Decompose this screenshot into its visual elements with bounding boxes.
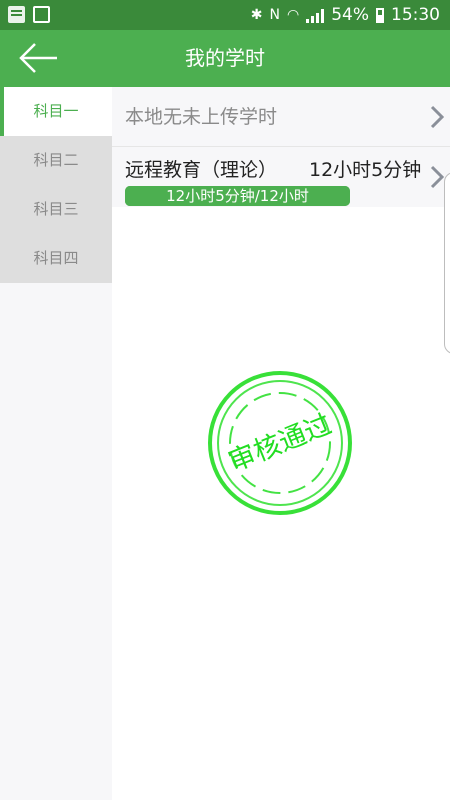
- local-unuploaded-row[interactable]: 本地无未上传学时: [112, 87, 450, 147]
- grid-notification-icon: [8, 6, 25, 23]
- sidebar-item-subject-2[interactable]: 科目二: [0, 136, 112, 185]
- wifi-icon: ◠: [286, 7, 300, 23]
- clock: 15:30: [391, 5, 440, 25]
- bluetooth-icon: ✱: [250, 7, 263, 23]
- page-title: 我的学时: [185, 46, 265, 70]
- chevron-right-icon: [430, 165, 444, 189]
- battery-icon: [376, 7, 384, 23]
- approved-stamp: 审核通过: [208, 371, 352, 515]
- edge-panel-handle[interactable]: [444, 172, 450, 354]
- sidebar-item-subject-4[interactable]: 科目四: [0, 234, 112, 283]
- course-hours: 12小时5分钟: [309, 159, 422, 181]
- course-progress-bar: 12小时5分钟/12小时: [125, 186, 350, 206]
- local-unuploaded-label: 本地无未上传学时: [125, 106, 278, 128]
- status-left: [8, 6, 50, 23]
- course-name: 远程教育（理论）: [125, 159, 278, 181]
- status-right: ✱ N ◠ 54% 15:30: [251, 5, 440, 25]
- sidebar-item-subject-3[interactable]: 科目三: [0, 185, 112, 234]
- subject-sidebar: 科目一 科目二 科目三 科目四: [0, 87, 112, 800]
- course-progress-label: 12小时5分钟/12小时: [166, 187, 309, 205]
- app-header: 我的学时: [0, 30, 450, 87]
- stamp-text: 审核通过: [224, 409, 336, 478]
- signal-icon: [306, 7, 325, 23]
- battery-percent: 54%: [331, 5, 369, 25]
- chevron-right-icon: [430, 105, 444, 129]
- check-notification-icon: [33, 6, 50, 23]
- course-row[interactable]: 远程教育（理论） 12小时5分钟 12小时5分钟/12小时: [112, 147, 450, 207]
- nfc-icon: N: [269, 7, 280, 23]
- sidebar-item-subject-1[interactable]: 科目一: [0, 87, 112, 136]
- status-bar: ✱ N ◠ 54% 15:30: [0, 0, 450, 30]
